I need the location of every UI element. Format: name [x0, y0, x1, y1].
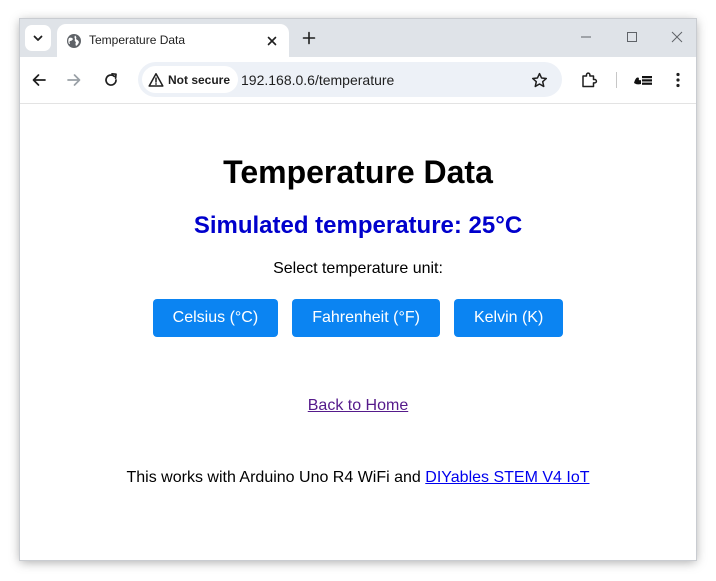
fahrenheit-button[interactable]: Fahrenheit (°F): [292, 299, 440, 337]
temperature-readout: Simulated temperature: 25°C: [193, 212, 523, 239]
extensions-button[interactable]: [577, 68, 601, 92]
plus-icon: [302, 31, 316, 45]
tab-strip: Temperature Data: [20, 19, 696, 57]
tab-close-button[interactable]: [263, 32, 281, 50]
tab-active[interactable]: Temperature Data: [57, 24, 289, 57]
bookmark-button[interactable]: [527, 68, 551, 92]
page-title: Temperature Data: [223, 154, 493, 190]
warning-triangle-icon: [148, 72, 164, 87]
new-tab-button[interactable]: [298, 27, 320, 49]
tab-search-button[interactable]: [25, 25, 51, 51]
maximize-icon: [627, 32, 637, 42]
footer-text: This works with Arduino Uno R4 WiFi and: [126, 469, 421, 486]
minimize-icon: [581, 36, 591, 38]
unit-prompt: Select temperature unit:: [273, 260, 443, 277]
toolbar-separator: [616, 72, 617, 88]
extension-logo-icon: [634, 76, 652, 85]
security-label: Not secure: [168, 72, 231, 87]
reload-icon: [105, 72, 117, 86]
tab-title: Temperature Data: [89, 33, 186, 47]
unit-button-row: Celsius (°C) Fahrenheit (°F) Kelvin (K): [20, 299, 696, 337]
back-to-home-link[interactable]: Back to Home: [308, 397, 408, 414]
footer: This works with Arduino Uno R4 WiFi and …: [20, 468, 696, 488]
kelvin-button[interactable]: Kelvin (K): [453, 299, 564, 337]
security-chip[interactable]: Not secure: [142, 66, 239, 93]
kebab-menu-icon: [676, 72, 680, 88]
back-button[interactable]: [27, 68, 51, 92]
arrow-left-icon: [32, 74, 46, 86]
diyables-link[interactable]: DIYables STEM V4 IoT: [425, 469, 589, 486]
minimize-button[interactable]: [571, 25, 601, 49]
maximize-button[interactable]: [617, 25, 647, 49]
extension-logo-button[interactable]: [631, 68, 655, 92]
browser-menu-button[interactable]: [666, 68, 690, 92]
close-icon: [671, 31, 683, 43]
puzzle-icon: [582, 72, 598, 88]
close-window-button[interactable]: [662, 25, 692, 49]
browser-window: Temperature Data Not secure 192.168.0.6/…: [20, 19, 696, 560]
globe-icon: [67, 34, 81, 48]
celsius-button[interactable]: Celsius (°C): [152, 299, 279, 337]
home-link-container: Back to Home: [20, 396, 696, 416]
close-icon: [267, 36, 277, 46]
chevron-down-icon: [33, 35, 43, 41]
reload-button[interactable]: [99, 68, 123, 92]
page-viewport: Temperature Data Simulated temperature: …: [20, 104, 696, 560]
star-icon: [531, 72, 547, 87]
forward-button[interactable]: [62, 68, 86, 92]
browser-toolbar: Not secure 192.168.0.6/temperature: [20, 57, 696, 104]
url-text[interactable]: 192.168.0.6/temperature: [241, 72, 394, 88]
address-bar[interactable]: Not secure 192.168.0.6/temperature: [138, 62, 562, 97]
arrow-right-icon: [67, 74, 81, 86]
